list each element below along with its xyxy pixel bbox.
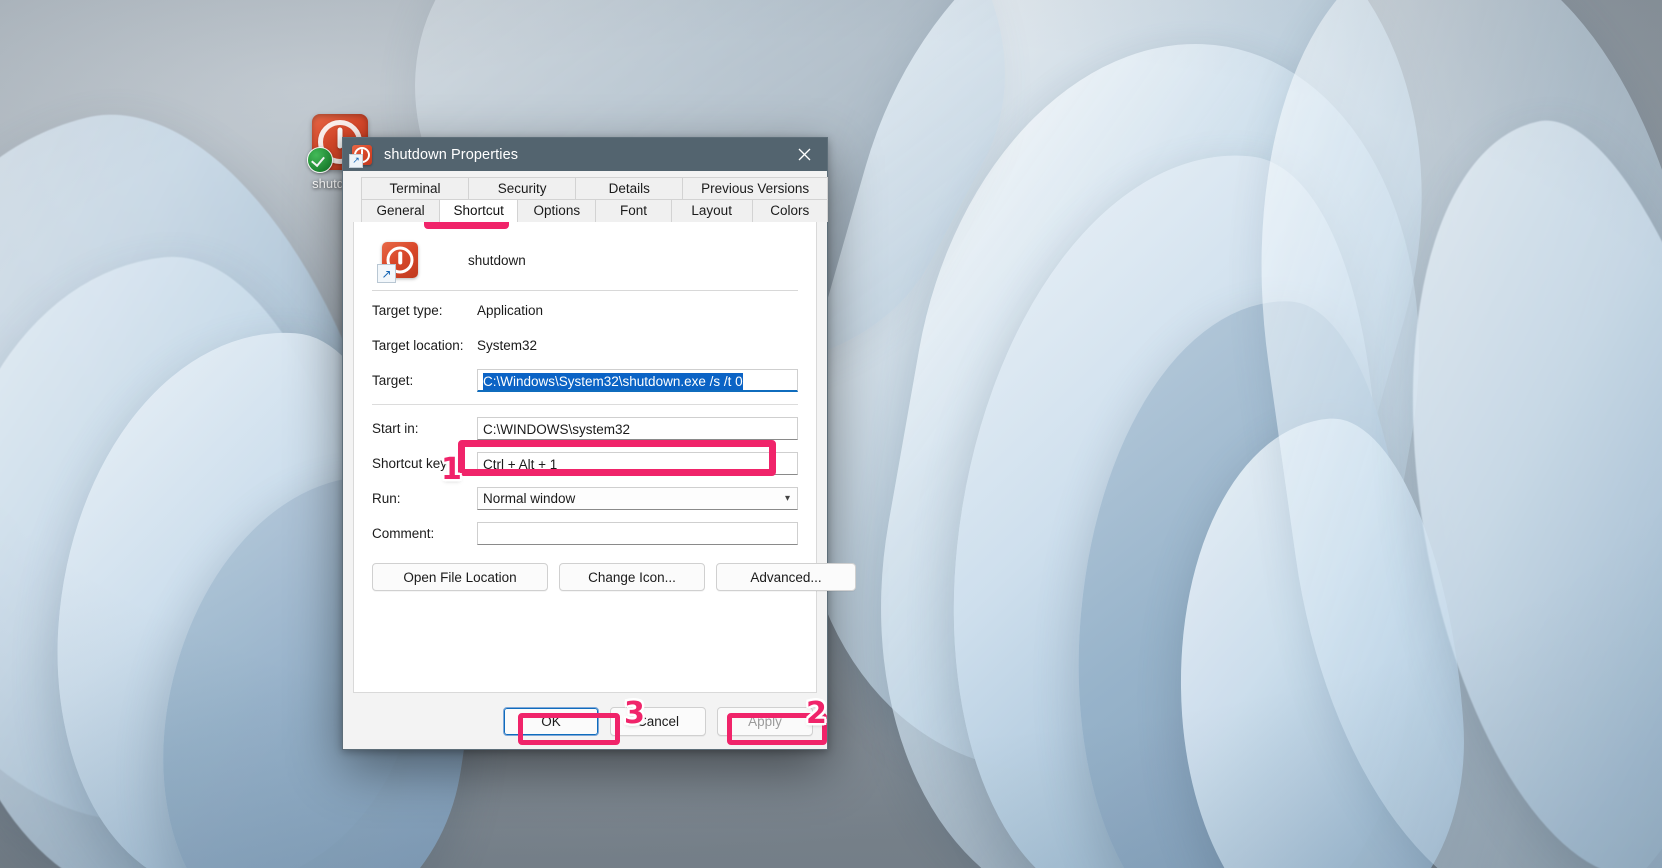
shortcut-header: ↗ shutdown xyxy=(372,236,798,284)
shortcut-arrow-icon: ↗ xyxy=(349,153,363,168)
shortcut-name-label: shutdown xyxy=(468,252,526,268)
tab-label: Security xyxy=(497,181,547,196)
tab-security[interactable]: Security xyxy=(468,177,577,200)
tab-label: Details xyxy=(608,181,650,196)
field-shortcut-key: Shortcut key: Ctrl + Alt + 1 xyxy=(372,448,798,479)
shortcut-action-buttons: Open File Location Change Icon... Advanc… xyxy=(372,563,856,591)
start-in-label: Start in: xyxy=(372,421,419,436)
tab-label: Terminal xyxy=(389,181,441,196)
shortcut-key-input[interactable]: Ctrl + Alt + 1 xyxy=(477,452,798,475)
shortcut-tab-page: ↗ shutdown Target type: Application Targ… xyxy=(353,222,856,693)
shortcut-key-label: Shortcut key: xyxy=(372,456,451,471)
run-select-value: Normal window xyxy=(483,491,576,506)
field-start-in: Start in: C:\WINDOWS\system32 xyxy=(372,413,798,444)
target-label: Target: xyxy=(372,373,414,388)
tab-label: Font xyxy=(620,203,648,218)
target-input[interactable]: C:\Windows\System32\shutdown.exe /s /t 0 xyxy=(477,369,798,392)
tab-label: Layout xyxy=(691,203,732,218)
dialog-title: shutdown Properties xyxy=(384,146,519,163)
field-run: Run: Normal window ▾ xyxy=(372,483,798,514)
comment-input[interactable] xyxy=(477,522,798,545)
target-input-value: C:\Windows\System32\shutdown.exe /s /t 0 xyxy=(483,373,743,390)
field-target-location: Target location: System32 xyxy=(372,330,798,361)
start-in-input[interactable]: C:\WINDOWS\system32 xyxy=(477,417,798,440)
dialog-titlebar[interactable]: ↗ shutdown Properties xyxy=(343,138,827,171)
desktop-wallpaper xyxy=(0,0,1662,868)
ok-button[interactable]: OK xyxy=(503,706,599,736)
run-label: Run: xyxy=(372,491,401,506)
apply-button[interactable]: Apply xyxy=(717,706,813,736)
verified-check-icon xyxy=(307,147,333,173)
shortcut-arrow-icon: ↗ xyxy=(377,264,396,283)
power-bar xyxy=(398,251,402,264)
tab-options[interactable]: Options xyxy=(517,199,597,222)
open-file-location-button[interactable]: Open File Location xyxy=(372,563,548,591)
field-comment: Comment: xyxy=(372,518,798,549)
change-icon-button[interactable]: Change Icon... xyxy=(559,563,705,591)
shortcut-file-icon: ↗ xyxy=(377,242,418,283)
tab-shortcut[interactable]: Shortcut xyxy=(439,199,519,222)
comment-label: Comment: xyxy=(372,526,435,541)
target-location-label: Target location: xyxy=(372,338,464,353)
run-select[interactable]: Normal window ▾ xyxy=(477,487,798,510)
tab-label: Shortcut xyxy=(453,203,504,218)
shutdown-properties-dialog: ↗ shutdown Properties Terminal Security … xyxy=(342,137,856,750)
tab-colors[interactable]: Colors xyxy=(751,199,828,222)
tab-previous-versions[interactable]: Previous Versions xyxy=(682,177,828,200)
dialog-footer: OK Cancel Apply xyxy=(343,693,827,749)
target-type-label: Target type: xyxy=(372,303,443,318)
titlebar-shortcut-icon: ↗ xyxy=(349,144,372,168)
field-target-type: Target type: Application xyxy=(372,295,798,326)
tab-row-upper: Terminal Security Details Previous Versi… xyxy=(343,177,828,200)
tab-label: Previous Versions xyxy=(701,181,810,196)
tab-row-lower: General Shortcut Options Font Layout Col… xyxy=(343,199,828,222)
target-type-value: Application xyxy=(477,303,544,318)
wallpaper-vignette xyxy=(0,0,1662,868)
tab-label: Options xyxy=(533,203,581,218)
fields-divider xyxy=(372,404,798,405)
tab-strip: Terminal Security Details Previous Versi… xyxy=(343,171,828,222)
tab-label: Colors xyxy=(770,203,810,218)
advanced-button[interactable]: Advanced... xyxy=(716,563,856,591)
tab-layout[interactable]: Layout xyxy=(670,199,753,222)
tab-font[interactable]: Font xyxy=(595,199,672,222)
tab-details[interactable]: Details xyxy=(575,177,684,200)
tab-general[interactable]: General xyxy=(361,199,441,222)
tab-label: General xyxy=(376,203,425,218)
field-target: Target: C:\Windows\System32\shutdown.exe… xyxy=(372,365,798,396)
header-divider xyxy=(372,290,798,291)
close-icon[interactable] xyxy=(781,138,827,171)
tab-terminal[interactable]: Terminal xyxy=(361,177,470,200)
chevron-down-icon: ▾ xyxy=(784,493,790,504)
target-location-value: System32 xyxy=(477,338,538,353)
cancel-button[interactable]: Cancel xyxy=(610,706,706,736)
